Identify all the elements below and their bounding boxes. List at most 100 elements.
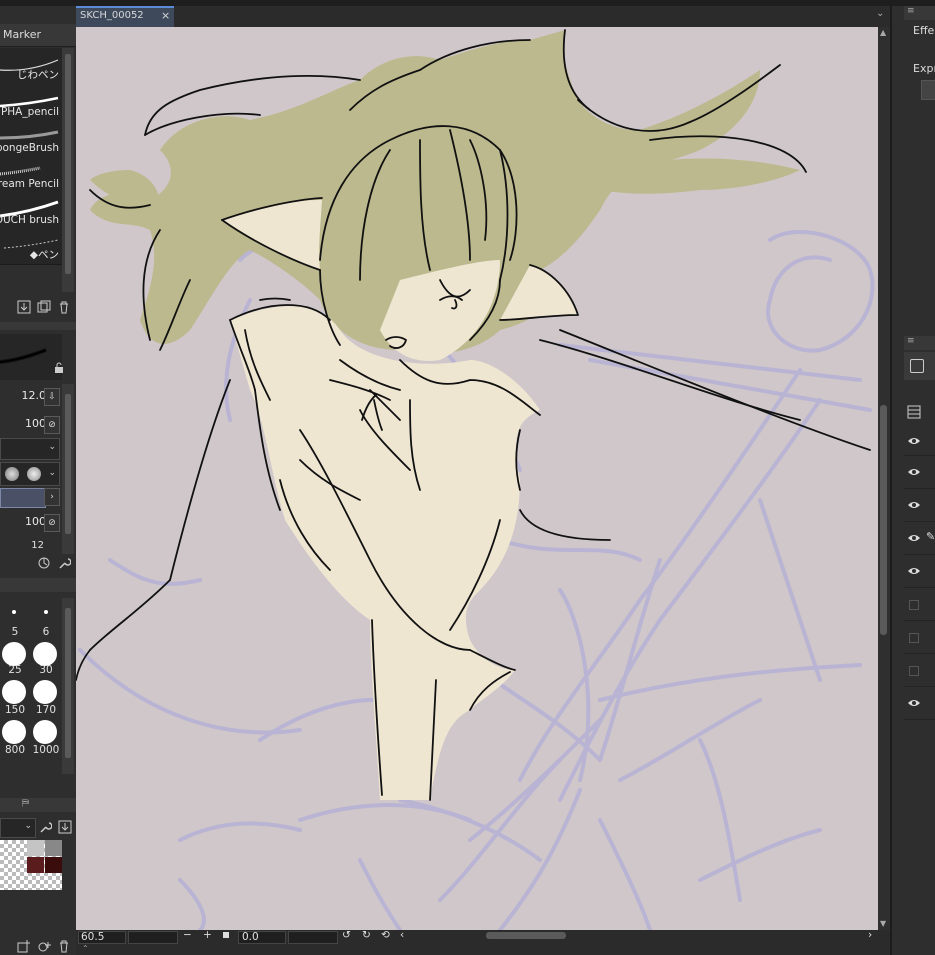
import-icon[interactable] (58, 820, 72, 834)
wrench-icon[interactable] (38, 820, 52, 834)
pressure-icon[interactable]: ⇩ (44, 388, 60, 406)
lock-icon[interactable] (54, 362, 64, 374)
brush-label: じわペン (17, 69, 59, 81)
rotation-field[interactable]: 0.0 (238, 931, 286, 944)
size-cell[interactable]: 25 (0, 640, 30, 676)
target-icon[interactable] (37, 556, 51, 570)
tool-property-scrollbar[interactable] (62, 384, 74, 554)
new-layer-icon[interactable] (17, 939, 31, 953)
density-link-icon[interactable]: ⊘ (44, 514, 60, 532)
wrench-icon[interactable] (57, 556, 71, 570)
partial-row[interactable]: 12 (0, 538, 62, 550)
rotate-right-icon[interactable]: ↻ (362, 929, 371, 941)
import-icon[interactable] (17, 300, 31, 314)
eye-icon[interactable] (907, 566, 921, 576)
scrollbar-thumb[interactable] (65, 54, 71, 274)
brush-item[interactable]: じわペン (0, 48, 62, 85)
color-set-select[interactable]: ⌄ (0, 818, 36, 838)
eye-icon[interactable] (907, 467, 921, 477)
rotate-left-icon[interactable]: ↺ (342, 929, 351, 941)
brush-list-scrollbar[interactable] (62, 48, 74, 292)
scroll-left-icon[interactable]: ‹ (400, 929, 404, 941)
trash-icon[interactable] (57, 939, 71, 953)
zoom-slider[interactable] (128, 931, 178, 944)
color-swatch[interactable] (27, 840, 44, 856)
horizontal-scrollbar-thumb[interactable] (486, 932, 566, 939)
scrollbar-thumb[interactable] (65, 608, 71, 758)
effect-label: Effe (913, 24, 935, 37)
blend-mode-select[interactable]: ⌄ (0, 438, 60, 460)
reset-rotation-icon[interactable]: ⟲ (381, 929, 390, 941)
brush-item[interactable]: Cream Pencil (0, 156, 62, 193)
size-cell[interactable]: 170 (31, 680, 61, 716)
opacity-link-icon[interactable]: ⊘ (44, 416, 60, 434)
eye-icon[interactable] (907, 436, 921, 446)
brush-item[interactable]: pongeBrush (0, 120, 62, 157)
rotation-slider[interactable] (288, 931, 338, 944)
brush-item[interactable]: PHA_pencil (0, 84, 62, 121)
visibility-checkbox[interactable] (909, 633, 919, 643)
color-swatch-grid[interactable] (0, 840, 62, 890)
menu-icon[interactable]: ≡ (907, 6, 915, 16)
color-swatch[interactable] (45, 857, 62, 873)
color-panel-tab-icon[interactable]: ⛿ (22, 798, 29, 809)
eye-icon[interactable] (907, 698, 921, 708)
menu-icon[interactable]: ≡ (907, 336, 915, 346)
fit-screen-icon[interactable] (223, 932, 229, 938)
size-cell[interactable]: 1000 (31, 720, 61, 756)
right-panel-column (890, 6, 935, 955)
brush-size-header (0, 578, 76, 592)
zoom-in-button[interactable]: + (203, 929, 212, 941)
size-cell[interactable]: 150 (0, 680, 30, 716)
layer-separator (904, 488, 935, 489)
chevron-down-icon[interactable]: ⌄ (876, 8, 884, 19)
trash-icon[interactable] (57, 300, 71, 314)
eye-icon[interactable] (907, 500, 921, 510)
layer-toolbar (904, 352, 935, 380)
layer-property-icon[interactable] (907, 405, 921, 419)
color-swatch[interactable] (27, 857, 44, 873)
density-value[interactable]: 100 (25, 515, 46, 528)
visibility-checkbox[interactable] (909, 666, 919, 676)
visibility-checkbox[interactable] (909, 600, 919, 610)
brush-shape-select[interactable]: ⌄ (0, 462, 60, 486)
size-cell[interactable]: 30 (31, 640, 61, 676)
brush-size-value[interactable]: 12.0 (22, 389, 47, 402)
size-cell[interactable]: 800 (0, 720, 30, 756)
brush-label: PHA_pencil (0, 106, 59, 118)
brush-item[interactable]: ◆ペン (0, 228, 62, 265)
add-folder-icon[interactable] (37, 939, 51, 953)
expression-color-label: Expr (913, 62, 935, 75)
close-icon[interactable]: × (161, 9, 170, 22)
drawing-canvas[interactable] (76, 27, 878, 930)
expression-color-select[interactable] (921, 80, 935, 100)
main-color-swatch[interactable] (0, 488, 46, 508)
size-label: 170 (35, 704, 57, 716)
size-cell[interactable]: 6 (31, 602, 61, 638)
chevron-up-icon[interactable]: ⌃ (82, 944, 89, 953)
chevron-right-icon[interactable]: › (44, 488, 60, 506)
scrollbar-thumb[interactable] (65, 394, 71, 534)
brush-item[interactable]: OUCH brush (0, 192, 62, 229)
size-dot (33, 720, 57, 744)
size-label: 1000 (32, 744, 60, 756)
scrollbar-thumb[interactable] (880, 405, 887, 635)
scroll-up-icon[interactable]: ▲ (880, 28, 886, 37)
scroll-down-icon[interactable]: ▼ (880, 919, 886, 928)
zoom-out-button[interactable]: − (183, 929, 192, 941)
brush-tip-icon (5, 467, 19, 481)
layer-mask-icon[interactable] (910, 359, 924, 373)
zoom-field[interactable]: 60.5 (78, 931, 126, 944)
opacity-value[interactable]: 100 (25, 417, 46, 430)
artwork (76, 29, 875, 930)
rotation-value[interactable]: 0.0 (242, 931, 259, 943)
size-dot (2, 720, 26, 744)
duplicate-icon[interactable] (37, 300, 51, 314)
size-cell[interactable]: 5 (0, 602, 30, 638)
size-palette-scrollbar[interactable] (62, 598, 74, 774)
scroll-right-icon[interactable]: › (868, 929, 872, 941)
size-dot (33, 642, 57, 666)
zoom-value[interactable]: 60.5 (81, 931, 104, 943)
eye-icon[interactable] (907, 533, 921, 543)
color-swatch[interactable] (45, 840, 62, 856)
